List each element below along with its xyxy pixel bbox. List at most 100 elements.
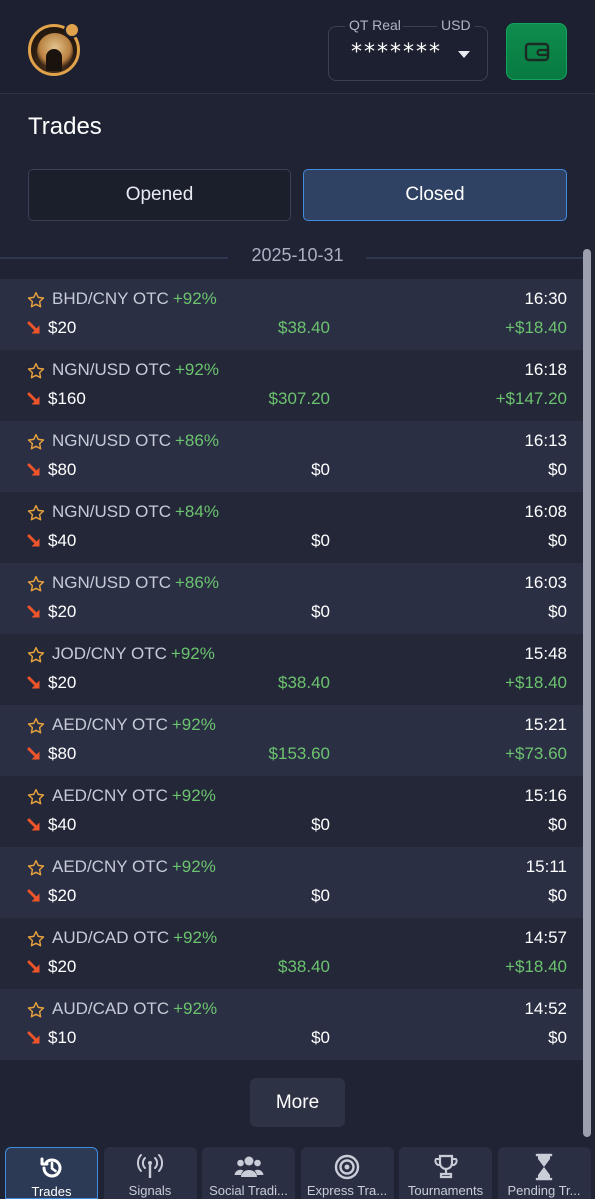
direction-down-arrow-icon [27, 321, 41, 335]
trade-amount: $20 [48, 318, 77, 337]
page-title: Trades [28, 113, 102, 140]
trade-row[interactable]: NGN/USD OTC +86% 16:13 $80 $0 $0 [0, 421, 583, 492]
caret-down-icon [458, 51, 470, 58]
trade-row[interactable]: AUD/CAD OTC +92% 14:52 $10 $0 $0 [0, 989, 583, 1060]
trade-row[interactable]: AED/CNY OTC +92% 15:16 $40 $0 $0 [0, 776, 583, 847]
avatar-figure [46, 49, 62, 71]
trade-profit: $0 [548, 1028, 567, 1047]
nav-item-trophy[interactable]: Tournaments [399, 1147, 492, 1199]
wallet-icon [524, 42, 549, 61]
trade-row[interactable]: NGN/USD OTC +86% 16:03 $20 $0 $0 [0, 563, 583, 634]
favorite-star-icon[interactable] [27, 433, 45, 451]
trade-time: 14:57 [524, 928, 567, 947]
trade-asset: BHD/CNY OTC +92% [52, 289, 217, 309]
trade-time: 15:11 [525, 857, 567, 876]
trade-asset: AED/CNY OTC +92% [52, 786, 216, 806]
trade-payout: $38.40 [278, 957, 330, 976]
trade-payout-percent: +92% [171, 857, 216, 876]
direction-down-arrow-icon [27, 534, 41, 548]
trade-payout: $0 [311, 1028, 330, 1047]
nav-item-signal-tower[interactable]: Signals [103, 1147, 197, 1199]
trade-payout: $38.40 [278, 673, 330, 692]
tab-closed-label: Closed [405, 184, 465, 205]
trade-payout: $0 [311, 886, 330, 905]
account-balance: ******* [351, 40, 442, 65]
trade-row[interactable]: NGN/USD OTC +92% 16:18 $160 $307.20 +$147.20 [0, 350, 583, 421]
nav-item-label: Social Tradi... [209, 1183, 288, 1198]
trade-row[interactable]: AED/CNY OTC +92% 15:21 $80 $153.60 +$73.60 [0, 705, 583, 776]
direction-down-arrow-icon [27, 747, 41, 761]
nav-item-users-group[interactable]: Social Tradi... [202, 1147, 295, 1199]
top-header: QT Real USD ******* [0, 0, 595, 94]
trade-payout: $0 [311, 602, 330, 621]
trade-profit: $0 [548, 460, 567, 479]
trade-time: 16:08 [524, 502, 567, 521]
account-selector[interactable]: QT Real USD ******* [328, 17, 488, 81]
favorite-star-icon[interactable] [27, 930, 45, 948]
trade-payout-percent: +92% [175, 360, 219, 379]
history-clock-icon [37, 1154, 67, 1182]
direction-down-arrow-icon [27, 889, 41, 903]
trade-asset-name: AED/CNY OTC [52, 715, 168, 734]
nav-item-target[interactable]: Express Tra... [300, 1147, 394, 1199]
favorite-star-icon[interactable] [27, 646, 45, 664]
trade-amount: $20 [48, 957, 77, 976]
nav-item-label: Express Tra... [306, 1183, 388, 1198]
trades-list: BHD/CNY OTC +92% 16:30 $20 $38.40 +$18.40 NGN/… [0, 279, 583, 1060]
trade-time: 16:30 [524, 289, 567, 308]
trade-time: 16:03 [524, 573, 567, 592]
favorite-star-icon[interactable] [27, 575, 45, 593]
more-button[interactable]: More [250, 1078, 345, 1127]
trade-amount: $20 [48, 602, 77, 621]
trade-row[interactable]: BHD/CNY OTC +92% 16:30 $20 $38.40 +$18.40 [0, 279, 583, 350]
trade-asset-name: AUD/CAD OTC [52, 999, 170, 1018]
trade-row[interactable]: NGN/USD OTC +84% 16:08 $40 $0 $0 [0, 492, 583, 563]
trade-asset-name: JOD/CNY OTC [52, 644, 167, 663]
date-divider-right [366, 257, 583, 259]
direction-down-arrow-icon [27, 463, 41, 477]
trade-row[interactable]: JOD/CNY OTC +92% 15:48 $20 $38.40 +$18.40 [0, 634, 583, 705]
trade-asset-name: NGN/USD OTC [52, 573, 171, 592]
hourglass-icon [529, 1153, 559, 1181]
trade-profit: $0 [548, 602, 567, 621]
tab-opened-label: Opened [125, 184, 194, 205]
trade-payout-percent: +92% [172, 289, 217, 308]
account-currency: USD [437, 17, 475, 33]
nav-item-hourglass[interactable]: Pending Tr... [497, 1147, 591, 1199]
direction-down-arrow-icon [27, 605, 41, 619]
trade-payout-percent: +92% [173, 928, 218, 947]
trade-payout-percent: +86% [175, 431, 219, 450]
list-scrollbar[interactable] [583, 249, 591, 1137]
trade-payout: $0 [311, 815, 330, 834]
favorite-star-icon[interactable] [27, 717, 45, 735]
wallet-button[interactable] [506, 23, 567, 80]
nav-item-history-clock[interactable]: Trades [5, 1147, 98, 1199]
trade-row[interactable]: AUD/CAD OTC +92% 14:57 $20 $38.40 +$18.40 [0, 918, 583, 989]
trade-row[interactable]: AED/CNY OTC +92% 15:11 $20 $0 $0 [0, 847, 583, 918]
trade-payout: $307.20 [268, 389, 330, 408]
trade-asset: NGN/USD OTC +86% [52, 431, 219, 451]
trade-time: 16:13 [524, 431, 567, 450]
tab-opened[interactable]: Opened [28, 169, 291, 221]
trade-asset-name: BHD/CNY OTC [52, 289, 169, 308]
favorite-star-icon[interactable] [27, 291, 45, 309]
direction-down-arrow-icon [27, 818, 41, 832]
trade-asset: NGN/USD OTC +86% [52, 573, 219, 593]
trade-payout: $153.60 [268, 744, 330, 763]
trade-asset: AUD/CAD OTC +92% [52, 928, 217, 948]
trophy-icon [431, 1153, 461, 1181]
trade-amount: $40 [48, 531, 77, 550]
trade-asset-name: NGN/USD OTC [52, 502, 171, 521]
favorite-star-icon[interactable] [27, 788, 45, 806]
favorite-star-icon[interactable] [27, 504, 45, 522]
tab-closed[interactable]: Closed [303, 169, 567, 221]
favorite-star-icon[interactable] [27, 362, 45, 380]
trade-payout-percent: +92% [171, 715, 216, 734]
favorite-star-icon[interactable] [27, 1001, 45, 1019]
favorite-star-icon[interactable] [27, 859, 45, 877]
trade-profit: $0 [548, 531, 567, 550]
trade-payout: $0 [311, 531, 330, 550]
trade-payout-percent: +92% [170, 644, 215, 663]
direction-down-arrow-icon [27, 1031, 41, 1045]
nav-item-label: Signals [128, 1183, 172, 1198]
